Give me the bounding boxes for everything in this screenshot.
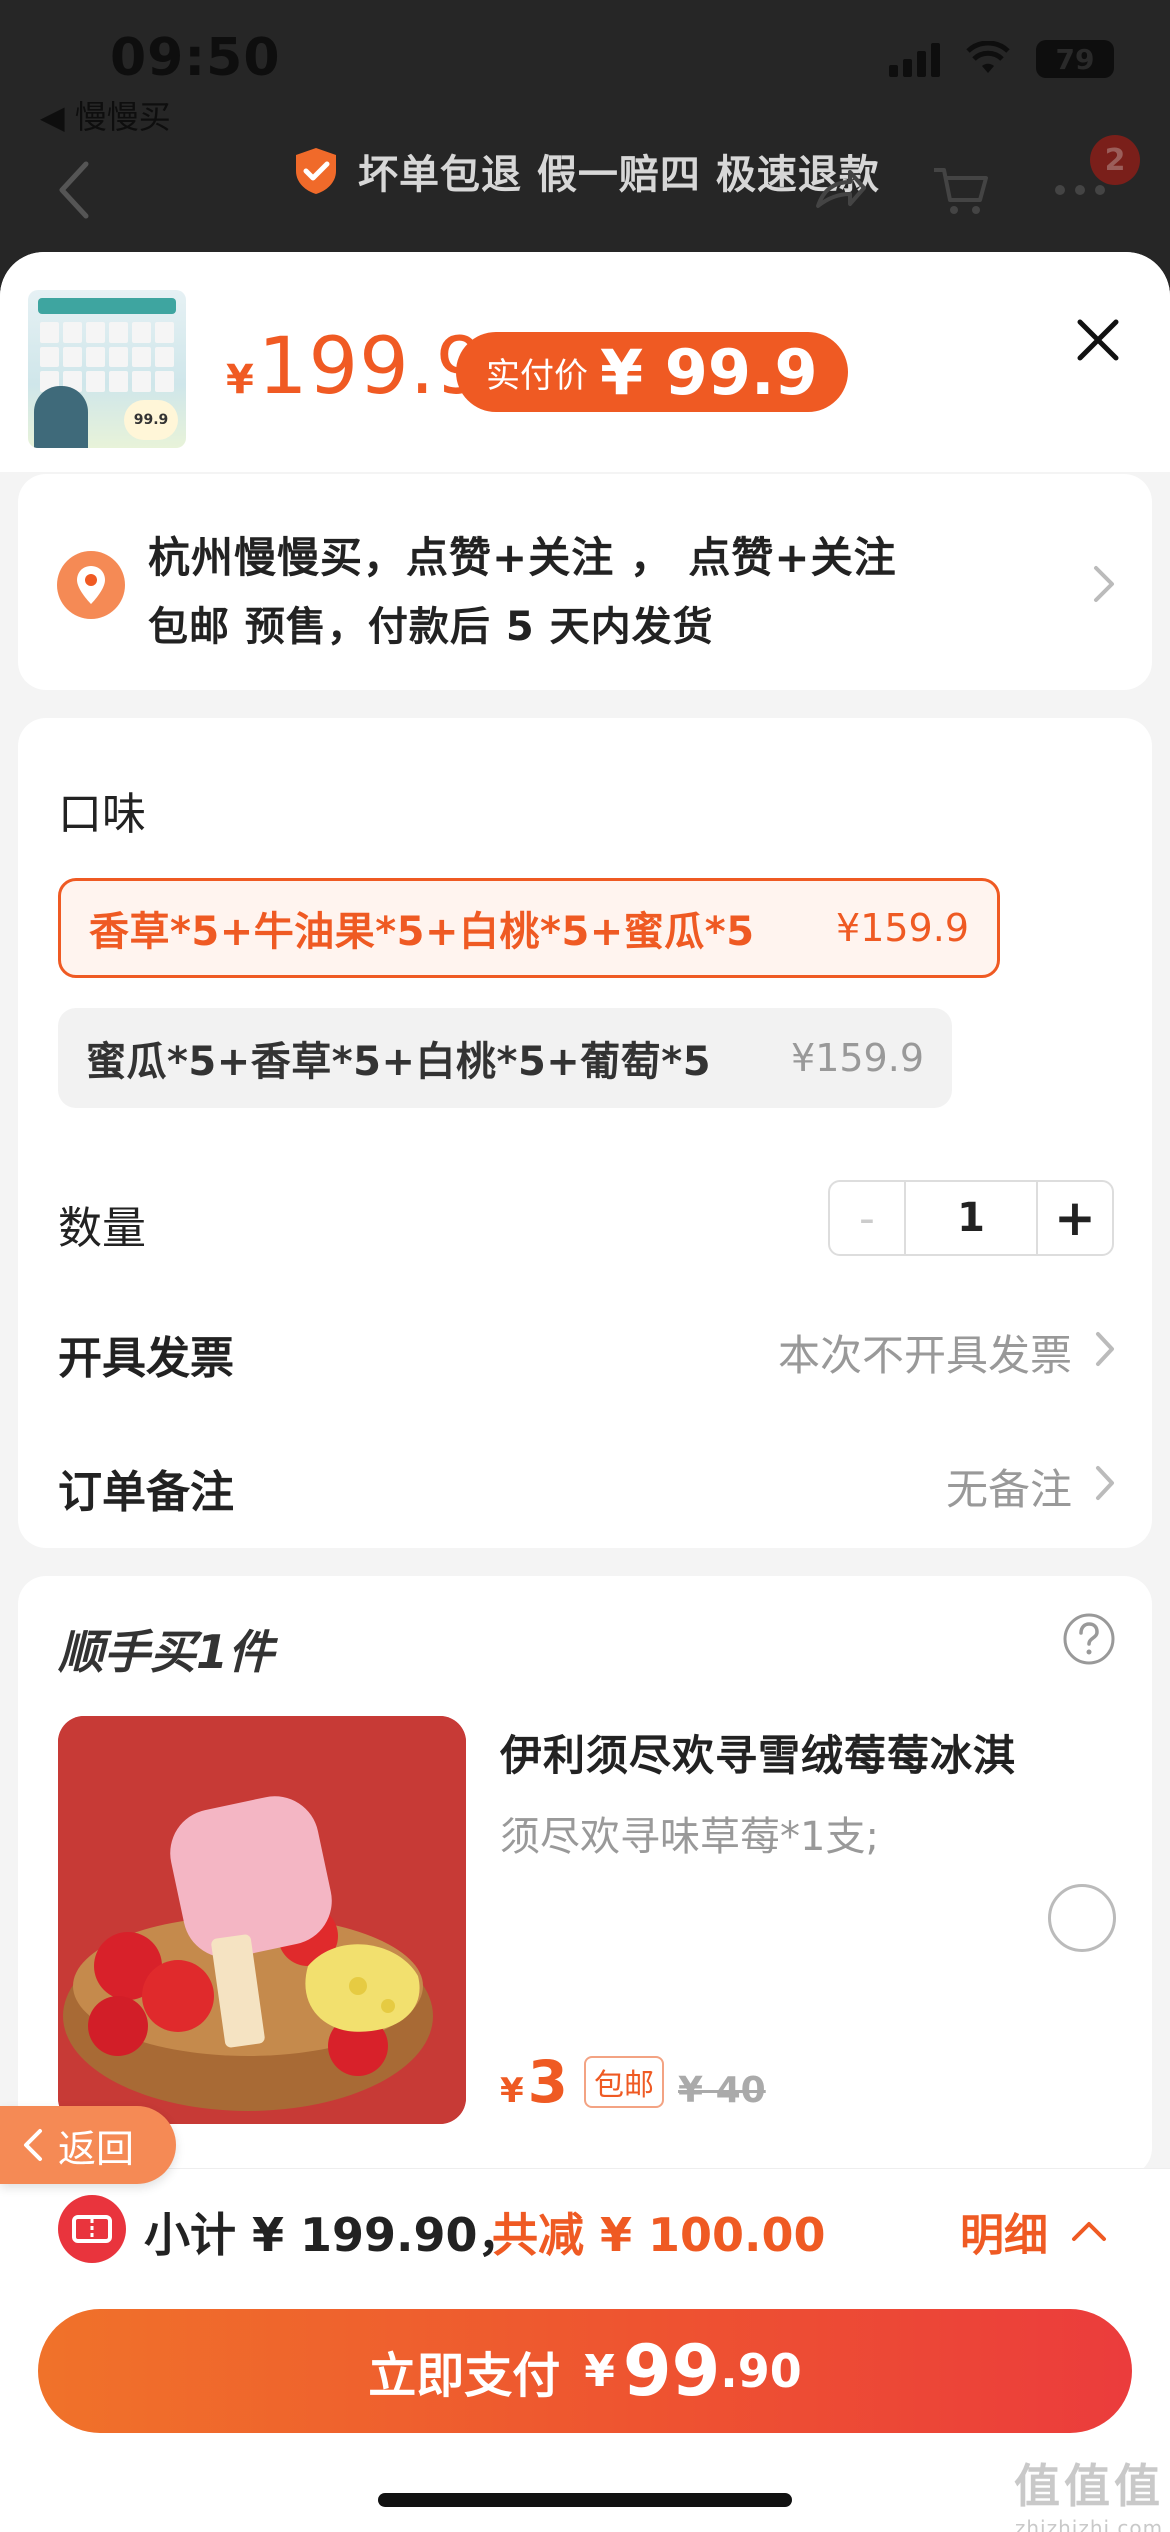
addon-product-image[interactable] <box>58 1716 466 2124</box>
flavor-option[interactable]: 蜜瓜*5+香草*5+白桃*5+葡萄*5 ¥159.9 <box>58 1008 952 1108</box>
nav-icons <box>810 160 1110 220</box>
return-label: 返回 <box>58 2126 135 2171</box>
chevron-right-icon <box>1094 566 1114 602</box>
watermark: 值值值 zhizhizhi.com <box>1014 2450 1164 2532</box>
addon-price-currency: ¥ <box>500 2071 524 2111</box>
battery-icon: 79 <box>1036 40 1114 78</box>
quantity-label: 数量 <box>58 1203 146 1254</box>
location-pin-icon <box>57 551 125 619</box>
checkout-bar: 小计 ¥ 199.90， 共减 ¥ 100.00 明细 立即支付 ¥ 99 .9… <box>0 2168 1170 2532</box>
free-shipping-tag: 包邮 <box>584 2056 665 2108</box>
address-line-1: 杭州慢慢买，点赞+关注 ， 点赞+关注 <box>148 533 897 582</box>
detail-toggle[interactable]: 明细 <box>960 2199 1108 2263</box>
product-price: ¥ 199.9 <box>226 322 486 412</box>
address-card[interactable]: 杭州慢慢买，点赞+关注 ， 点赞+关注 包邮 预售，付款后 5 天内发货 <box>18 474 1152 690</box>
chevron-left-icon <box>24 2129 42 2161</box>
guarantee-banner: 坏单包退 假一赔四 极速退款 <box>290 142 880 200</box>
shield-check-icon <box>296 148 336 194</box>
invoice-value: 本次不开具发票 <box>777 1331 1072 1380</box>
status-icons: 79 <box>889 40 1114 78</box>
share-icon <box>816 170 866 208</box>
address-line-2: 包邮 预售，付款后 5 天内发货 <box>148 604 714 650</box>
flavor-option-name: 香草*5+牛油果*5+白桃*5+蜜瓜*5 <box>89 909 755 955</box>
watermark-logo: 值值值 <box>1014 2459 1164 2513</box>
status-back-app: ◀ 慢慢买 <box>40 98 171 136</box>
status-time: 09:50 <box>110 28 281 88</box>
thumbnail-price: 99.9 <box>124 400 178 440</box>
wifi-icon <box>966 41 1010 73</box>
product-thumbnail[interactable]: 99.9 <box>28 290 186 448</box>
pay-amount-integer: 99 <box>622 2330 721 2412</box>
chevron-right-icon <box>1096 1466 1114 1500</box>
discount-text: 共减 ¥ 100.00 <box>492 2208 826 2262</box>
addon-original-price: ¥ 40 <box>678 2070 766 2111</box>
quantity-stepper: - 1 + <box>828 1180 1114 1256</box>
flavor-option-selected[interactable]: 香草*5+牛油果*5+白桃*5+蜜瓜*5 ¥159.9 <box>58 878 1000 978</box>
help-icon[interactable] <box>1062 1612 1116 1666</box>
addon-select-radio[interactable] <box>1048 1884 1116 1952</box>
flavor-title: 口味 <box>58 789 146 840</box>
paid-price-badge: 实付价 ¥ 99.9 <box>456 332 848 412</box>
flavor-option-price: ¥159.9 <box>791 1036 924 1080</box>
signal-icon <box>889 41 940 77</box>
chevron-right-icon <box>1096 1332 1114 1366</box>
quantity-plus-button[interactable]: + <box>1036 1182 1112 1254</box>
pay-now-button[interactable]: 立即支付 ¥ 99 .90 <box>38 2309 1132 2433</box>
quantity-value[interactable]: 1 <box>906 1182 1036 1254</box>
chevron-up-icon <box>1072 2222 1106 2241</box>
close-icon[interactable] <box>1072 314 1124 366</box>
paid-price-label: 实付价 <box>486 355 588 396</box>
flavor-option-name: 蜜瓜*5+香草*5+白桃*5+葡萄*5 <box>86 1039 712 1085</box>
remark-label: 订单备注 <box>58 1467 234 1518</box>
invoice-label: 开具发票 <box>58 1333 234 1384</box>
addon-name: 伊利须尽欢寻雪绒莓莓冰淇 <box>500 1731 1017 1780</box>
watermark-url: zhizhizhi.com <box>1014 2516 1164 2532</box>
home-indicator <box>378 2493 792 2507</box>
addon-card: 顺手买1件 伊利须尽欢寻雪绒莓莓冰淇 须尽欢寻味草莓*1支; ¥ 3 包邮 ¥ … <box>18 1576 1152 2176</box>
cart-badge: 2 <box>1090 135 1140 185</box>
addon-price: ¥ 3 包邮 ¥ 40 <box>500 2048 766 2116</box>
addon-title: 顺手买1件 <box>58 1625 275 1679</box>
pay-label: 立即支付 <box>368 2348 561 2404</box>
back-arrow-icon <box>59 161 89 219</box>
subtotal-text: 小计 ¥ 199.90， <box>144 2208 524 2262</box>
banner-text: 坏单包退 假一赔四 极速退款 <box>358 152 880 198</box>
addon-price-value: 3 <box>527 2048 569 2116</box>
options-card: 口味 香草*5+牛油果*5+白桃*5+蜜瓜*5 ¥159.9 蜜瓜*5+香草*5… <box>18 718 1152 1548</box>
quantity-minus-button[interactable]: - <box>830 1182 906 1254</box>
return-button[interactable]: 返回 <box>0 2106 176 2184</box>
addon-description: 须尽欢寻味草莓*1支; <box>500 1814 879 1860</box>
flavor-option-price: ¥159.9 <box>836 906 969 950</box>
cart-icon <box>934 168 988 214</box>
price-value: 199.9 <box>257 322 487 412</box>
paid-price-value: ¥ 99.9 <box>600 335 818 409</box>
coupon-icon <box>58 2195 126 2263</box>
price-currency: ¥ <box>226 357 254 403</box>
pay-currency: ¥ <box>584 2345 615 2397</box>
detail-label: 明细 <box>960 2210 1048 2261</box>
sheet-header: 99.9 ¥ 199.9 实付价 ¥ 99.9 <box>0 252 1170 472</box>
remark-value: 无备注 <box>945 1465 1072 1514</box>
pay-amount-decimal: .90 <box>720 2344 802 2398</box>
